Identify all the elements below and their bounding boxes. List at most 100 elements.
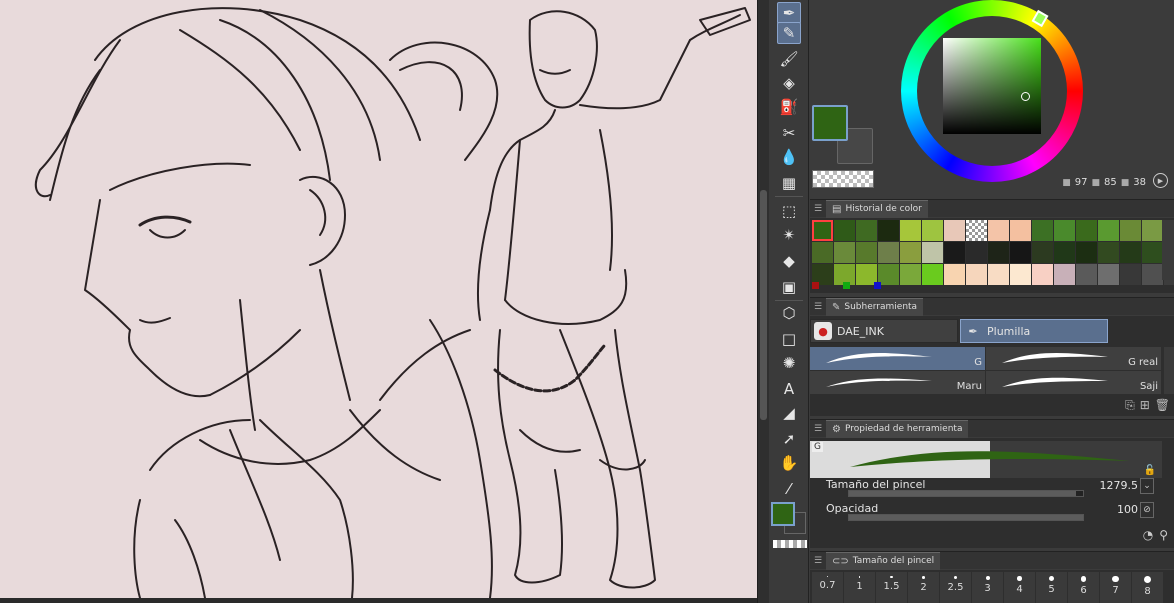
- color-history-swatch[interactable]: [944, 242, 965, 263]
- color-history-swatch[interactable]: [1076, 242, 1097, 263]
- canvas-vertical-scrollbar[interactable]: [757, 0, 769, 603]
- color-history-scrollbar[interactable]: [1162, 220, 1174, 280]
- menu-icon[interactable]: ☰: [810, 556, 826, 566]
- main-color-swatch[interactable]: [812, 105, 848, 141]
- color-history-swatch[interactable]: [812, 220, 833, 241]
- play-icon[interactable]: ▶: [1153, 173, 1168, 188]
- delete-subtool-icon[interactable]: 🗑: [1155, 398, 1170, 413]
- blend-tool-icon[interactable]: 💧: [777, 146, 801, 168]
- saturation-value-square[interactable]: [943, 38, 1041, 134]
- color-history-swatch[interactable]: [944, 220, 965, 241]
- pencil-tool-icon[interactable]: ✎: [777, 22, 801, 44]
- subtool-group-plumilla[interactable]: ✒ Plumilla: [960, 319, 1108, 343]
- copy-subtool-icon[interactable]: ⎘: [1125, 398, 1135, 413]
- color-history-swatch[interactable]: [878, 264, 899, 285]
- color-history-swatch[interactable]: [988, 242, 1009, 263]
- brush-size-value[interactable]: 1279.5: [1100, 479, 1139, 492]
- color-history-swatch[interactable]: [966, 242, 987, 263]
- pen-tool-icon[interactable]: ✒: [777, 2, 801, 24]
- reset-icon[interactable]: ◔: [1143, 528, 1153, 542]
- opacity-slider[interactable]: [848, 514, 1084, 521]
- color-history-swatch[interactable]: [1142, 242, 1163, 263]
- color-history-swatch[interactable]: [966, 264, 987, 285]
- scrollbar-thumb[interactable]: [760, 190, 767, 420]
- brush-size-preset[interactable]: 2: [908, 572, 939, 603]
- tab-subtool[interactable]: ✎ Subherramienta: [826, 297, 924, 316]
- color-history-swatch[interactable]: [922, 264, 943, 285]
- color-history-swatch[interactable]: [988, 264, 1009, 285]
- color-history-swatch[interactable]: [856, 220, 877, 241]
- color-history-swatch[interactable]: [1142, 220, 1163, 241]
- color-history-swatch[interactable]: [812, 242, 833, 263]
- auto-select-tool-icon[interactable]: ✴: [777, 224, 801, 246]
- color-history-swatch[interactable]: [1120, 264, 1141, 285]
- gradient-tool-icon[interactable]: ▣: [777, 276, 801, 298]
- color-history-swatch[interactable]: [1098, 220, 1119, 241]
- canvas-horizontal-scrollbar[interactable]: [0, 598, 757, 603]
- color-history-swatch[interactable]: [1076, 220, 1097, 241]
- brush-size-preset[interactable]: 7: [1100, 572, 1131, 603]
- color-history-swatch[interactable]: [834, 242, 855, 263]
- color-history-swatch[interactable]: [966, 220, 987, 241]
- selection-tool-icon[interactable]: ⬚: [777, 200, 801, 222]
- color-history-swatch[interactable]: [1054, 264, 1075, 285]
- decoration-tool-icon[interactable]: ✂: [777, 122, 801, 144]
- toolbar-main-color[interactable]: [771, 502, 795, 526]
- brush-size-preset[interactable]: 1.5: [876, 572, 907, 603]
- color-history-swatch[interactable]: [834, 220, 855, 241]
- opacity-value[interactable]: 100: [1117, 503, 1138, 516]
- color-history-swatch[interactable]: [1010, 264, 1031, 285]
- color-history-swatch[interactable]: [1120, 242, 1141, 263]
- color-history-swatch[interactable]: [1098, 264, 1119, 285]
- eyedropper-tool-icon[interactable]: ⁄: [777, 478, 801, 500]
- tab-tool-property[interactable]: ⚙ Propiedad de herramienta: [826, 419, 969, 438]
- menu-icon[interactable]: ☰: [810, 302, 826, 312]
- color-history-swatch[interactable]: [1010, 220, 1031, 241]
- text-tool-icon[interactable]: A: [777, 378, 801, 400]
- brush-size-slider[interactable]: [848, 490, 1084, 497]
- brush-item-g[interactable]: G: [810, 347, 985, 370]
- color-history-swatch[interactable]: [1142, 264, 1163, 285]
- color-history-swatch[interactable]: [1076, 264, 1097, 285]
- eraser-tool-icon[interactable]: ◈: [777, 72, 801, 94]
- brush-tool-icon[interactable]: 🖌: [777, 48, 801, 70]
- brush-size-preset[interactable]: 0.7: [812, 572, 843, 603]
- menu-icon[interactable]: ☰: [810, 204, 826, 214]
- airbrush-tool-icon[interactable]: ⛽: [777, 96, 801, 118]
- ruler-tool-icon[interactable]: ✺: [777, 352, 801, 374]
- brush-size-preset[interactable]: 6: [1068, 572, 1099, 603]
- color-history-swatch[interactable]: [1010, 242, 1031, 263]
- tab-color-history[interactable]: ▤ Historial de color: [826, 199, 928, 218]
- color-history-swatch[interactable]: [1032, 220, 1053, 241]
- detail-settings-icon[interactable]: ⚲: [1159, 528, 1168, 542]
- drawing-canvas[interactable]: [0, 0, 757, 598]
- color-history-swatch[interactable]: [900, 242, 921, 263]
- color-history-swatch[interactable]: [1054, 220, 1075, 241]
- balloon-tool-icon[interactable]: ◢: [777, 402, 801, 424]
- color-history-swatch[interactable]: [1120, 220, 1141, 241]
- color-history-swatch[interactable]: [856, 242, 877, 263]
- brush-size-preset[interactable]: 5: [1036, 572, 1067, 603]
- color-history-swatch[interactable]: [922, 242, 943, 263]
- brush-size-preset[interactable]: 3: [972, 572, 1003, 603]
- brush-item-g-real[interactable]: G real: [986, 347, 1161, 370]
- figure-tool-icon[interactable]: □: [777, 328, 801, 350]
- brush-size-preset[interactable]: 1: [844, 572, 875, 603]
- frame-tool-icon[interactable]: ▦: [777, 172, 801, 194]
- tab-brush-size[interactable]: ⊂⊃ Tamaño del pincel: [826, 551, 941, 570]
- subtool-group-dae-ink[interactable]: ● DAE_INK: [810, 319, 958, 343]
- color-history-swatch[interactable]: [944, 264, 965, 285]
- color-history-swatch[interactable]: [1098, 242, 1119, 263]
- toolbar-transparent-color[interactable]: [773, 540, 807, 548]
- brush-item-saji[interactable]: Saji: [986, 371, 1161, 394]
- opacity-settings-icon[interactable]: ⊘: [1140, 502, 1154, 518]
- lock-icon[interactable]: 🔓: [1144, 465, 1156, 476]
- add-subtool-icon[interactable]: ⊞: [1140, 398, 1150, 413]
- brush-size-preset[interactable]: 4: [1004, 572, 1035, 603]
- color-history-swatch[interactable]: [900, 220, 921, 241]
- color-history-swatch[interactable]: [922, 220, 943, 241]
- transparent-color-swatch[interactable]: [812, 170, 874, 188]
- color-history-swatch[interactable]: [1054, 242, 1075, 263]
- brush-size-dropdown[interactable]: ⌄: [1140, 478, 1154, 494]
- color-history-swatch[interactable]: [878, 220, 899, 241]
